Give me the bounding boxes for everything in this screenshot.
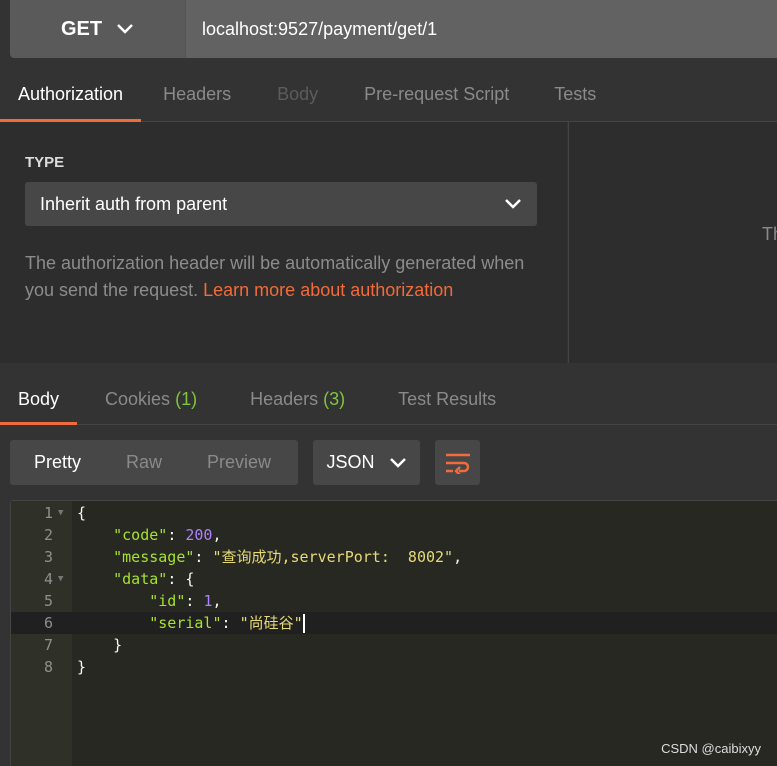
code-line: 1 ▼{ xyxy=(43,502,87,524)
method-label: GET xyxy=(60,17,103,40)
cookies-count: (1) xyxy=(175,389,198,409)
auth-panel: TYPE Inherit auth from parent The author… xyxy=(0,122,567,363)
preview-button[interactable]: Preview xyxy=(207,452,271,473)
tab-tests[interactable]: Tests xyxy=(554,68,596,121)
auth-type-value: Inherit auth from parent xyxy=(40,193,228,214)
url-input[interactable]: localhost:9527/payment/get/1 xyxy=(185,0,777,58)
code-line: 3 "message": "查询成功,serverPort: 8002", xyxy=(43,548,463,566)
auth-type-select[interactable]: Inherit auth from parent xyxy=(25,182,537,226)
headers-label: Headers xyxy=(250,389,319,409)
chevron-down-icon xyxy=(505,199,521,209)
fold-icon[interactable]: ▼ xyxy=(58,502,63,524)
request-tabs: Authorization Headers Body Pre-request S… xyxy=(0,68,777,122)
raw-button[interactable]: Raw xyxy=(126,452,162,473)
code-line: 5 "id": 1, xyxy=(43,592,222,610)
code-line: 4 ▼ "data": { xyxy=(43,568,195,590)
pretty-button[interactable]: Pretty xyxy=(34,452,81,473)
tab-body[interactable]: Body xyxy=(277,68,318,121)
tab-cookies[interactable]: Cookies (1) xyxy=(105,375,197,424)
auth-description: The authorization header will be automat… xyxy=(25,250,545,304)
info-text: Th xyxy=(762,224,777,244)
tab-authorization[interactable]: Authorization xyxy=(0,68,142,122)
tab-headers[interactable]: Headers xyxy=(163,68,231,121)
auth-info-panel: Th xyxy=(568,122,777,363)
code-line: 8} xyxy=(43,658,87,676)
response-tabs: Body Cookies (1) Headers (3) Test Result… xyxy=(0,375,777,425)
tab-response-headers[interactable]: Headers (3) xyxy=(250,375,345,424)
code-line: 2 "code": 200, xyxy=(43,526,222,544)
cookies-label: Cookies xyxy=(105,389,171,409)
code-line-current: 6 "serial": "尚硅谷" xyxy=(11,612,777,634)
request-bar: GET localhost:9527/payment/get/1 xyxy=(0,0,777,68)
tab-pre-request-script[interactable]: Pre-request Script xyxy=(364,68,509,121)
fold-icon[interactable]: ▼ xyxy=(58,568,63,590)
text-cursor xyxy=(302,614,305,633)
learn-more-link[interactable]: Learn more about authorization xyxy=(203,280,453,300)
watermark: CSDN @caibixyy xyxy=(661,741,761,756)
chevron-down-icon xyxy=(117,24,133,34)
response-editor[interactable]: 1 ▼{ 2 "code": 200, 3 "message": "查询成功,se… xyxy=(10,500,777,766)
headers-count: (3) xyxy=(323,389,346,409)
tab-test-results[interactable]: Test Results xyxy=(398,375,496,424)
wrap-icon xyxy=(445,453,470,474)
format-label: JSON xyxy=(326,452,375,472)
view-mode-group: Pretty Raw Preview xyxy=(10,440,298,485)
chevron-down-icon xyxy=(389,457,406,468)
format-select[interactable]: JSON xyxy=(313,440,420,485)
tab-response-body[interactable]: Body xyxy=(0,375,78,425)
type-label: TYPE xyxy=(25,154,65,171)
method-select[interactable]: GET xyxy=(10,0,185,58)
code-line: 7 } xyxy=(43,636,123,654)
wrap-lines-button[interactable] xyxy=(435,440,480,485)
